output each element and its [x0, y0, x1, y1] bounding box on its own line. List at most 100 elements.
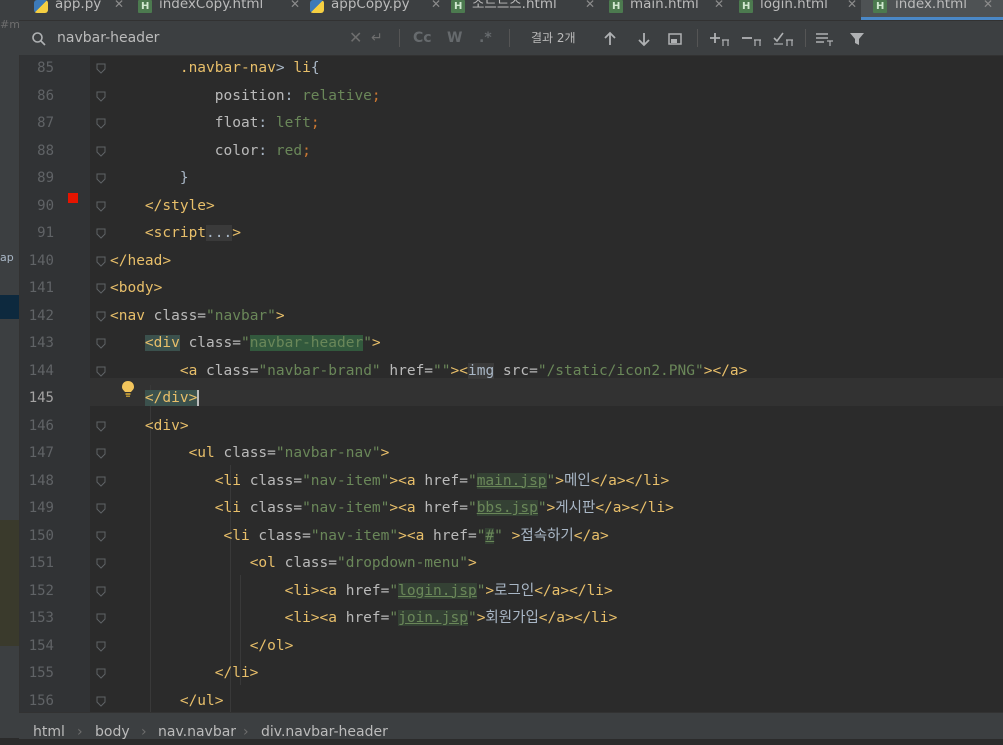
close-icon[interactable]: ✕	[847, 0, 857, 11]
code-line[interactable]: <ul class="navbar-nav">	[110, 440, 390, 468]
code-token: "	[363, 335, 372, 351]
tab-main-html[interactable]: main.html ✕	[609, 0, 734, 20]
tab-app-py[interactable]: app.py ✕	[34, 0, 154, 20]
remove-occurrence-icon[interactable]	[741, 21, 763, 55]
breakpoint-marker[interactable]	[68, 193, 78, 203]
tab-indexcopy-html[interactable]: indexCopy.html ✕	[138, 0, 308, 20]
code-token: <script	[144, 225, 207, 241]
tab-label: main.html	[630, 0, 699, 12]
arrow-up-icon[interactable]	[603, 21, 617, 55]
code-line[interactable]: </style>	[110, 193, 215, 221]
code-line[interactable]: <nav class="navbar">	[110, 303, 285, 331]
code-line[interactable]: float: left;	[110, 110, 320, 138]
line-number: 143	[28, 335, 54, 351]
close-icon[interactable]: ✕	[983, 0, 993, 11]
breadcrumb-item[interactable]: div.navbar-header	[261, 719, 388, 745]
line-number-gutter[interactable]: 85 86 87 88 89 90 91 140 141 142 143 144 145 146 147 14…	[20, 55, 106, 712]
match-case-toggle[interactable]: Cc	[413, 21, 432, 55]
code-token: class=	[249, 500, 303, 516]
tab-label: 소드드스.html	[472, 0, 557, 12]
code-line[interactable]: }	[110, 165, 189, 193]
code-token: href=	[389, 362, 434, 379]
code-line[interactable]: </head>	[110, 248, 171, 276]
code-token: .navbar-nav	[179, 60, 276, 76]
code-token: "	[240, 335, 250, 351]
tab-sodeu-html[interactable]: 소드드스.html ✕	[451, 0, 601, 20]
code-line[interactable]: .navbar-nav> li{	[110, 55, 320, 83]
words-toggle[interactable]: W	[447, 21, 462, 55]
code-line[interactable]: <li><a href="join.jsp">회원가입</a></li>	[110, 605, 617, 633]
arrow-down-icon[interactable]	[637, 21, 651, 55]
code-token: "navbar"	[206, 307, 276, 324]
code-line[interactable]: <div class="navbar-header">	[110, 330, 381, 358]
code-editor[interactable]: .navbar-nav> li{ position: relative; flo…	[90, 55, 1003, 712]
filter-icon[interactable]	[849, 21, 865, 55]
code-token: left	[275, 115, 311, 131]
select-all-occurrences-icon[interactable]	[773, 21, 795, 55]
breadcrumb-item[interactable]: html	[33, 719, 65, 745]
code-line[interactable]: <div>	[110, 413, 189, 441]
code-line[interactable]: <li class="nav-item"><a href="#" >접속하기</…	[110, 523, 609, 551]
separator	[509, 29, 510, 47]
regex-toggle[interactable]: .*	[479, 21, 492, 55]
html-file-icon	[138, 0, 152, 13]
code-token: >	[485, 582, 495, 599]
code-line[interactable]: <body>	[110, 275, 162, 303]
line-number: 150	[28, 527, 54, 544]
code-line[interactable]: position: relative;	[110, 83, 381, 111]
breadcrumb-item[interactable]: nav.navbar	[158, 719, 236, 745]
tab-login-html[interactable]: login.html ✕	[739, 0, 864, 20]
code-token: >	[275, 60, 294, 76]
code-token: href=	[433, 527, 477, 544]
search-icon[interactable]	[31, 21, 47, 55]
code-line[interactable]: </ol>	[110, 633, 294, 661]
clear-icon[interactable]: ✕	[349, 21, 362, 55]
select-occurrences-icon[interactable]	[667, 21, 683, 55]
code-token: >	[275, 307, 285, 324]
breadcrumb-item[interactable]: body	[95, 719, 130, 745]
code-line[interactable]: <li class="nav-item"><a href="bbs.jsp">게…	[110, 495, 674, 523]
search-input[interactable]: navbar-header	[57, 21, 159, 55]
code-line[interactable]: </ul>	[110, 688, 224, 713]
code-line[interactable]: <li class="nav-item"><a href="main.jsp">…	[110, 468, 669, 496]
code-line[interactable]: color: red;	[110, 138, 311, 166]
code-line[interactable]: </div>	[110, 385, 200, 413]
breadcrumb: html › body › nav.navbar › div.navbar-he…	[19, 712, 1003, 740]
tab-label: appCopy.py	[331, 0, 410, 12]
line-number: 156	[28, 692, 54, 709]
close-icon[interactable]: ✕	[114, 0, 124, 11]
code-token: </div>	[144, 390, 198, 406]
code-token: position	[214, 87, 285, 104]
code-token: >	[371, 335, 381, 351]
code-token: <a	[179, 362, 207, 379]
close-icon[interactable]: ✕	[290, 0, 300, 11]
panel-selected-row[interactable]	[0, 295, 19, 319]
separator	[697, 29, 698, 47]
close-icon[interactable]: ✕	[431, 0, 441, 11]
close-icon[interactable]: ✕	[585, 0, 595, 11]
python-file-icon	[310, 0, 324, 13]
code-line[interactable]: <script...>	[110, 220, 241, 248]
code-line[interactable]: <ol class="dropdown-menu">	[110, 550, 477, 578]
code-token: 로그인	[494, 582, 535, 599]
code-line[interactable]: <li><a href="login.jsp">로그인</a></li>	[110, 578, 613, 606]
filter-lines-icon[interactable]	[815, 21, 835, 55]
tab-index-html[interactable]: index.html ✕	[861, 0, 1003, 20]
code-token: <li><a	[284, 582, 346, 599]
code-token: "	[494, 527, 512, 544]
code-token: "nav-item"	[310, 527, 399, 544]
code-token: </a></li>	[590, 472, 670, 489]
line-number: 146	[28, 417, 54, 434]
newline-icon[interactable]: ↵	[371, 21, 383, 55]
close-icon[interactable]: ✕	[714, 0, 724, 11]
code-token: href=	[424, 472, 468, 489]
code-token: 접속하기	[520, 527, 574, 544]
code-line[interactable]: <a class="navbar-brand" href=""><img src…	[110, 358, 747, 386]
tab-appcopy-py[interactable]: appCopy.py ✕	[310, 0, 450, 20]
code-line[interactable]: </li>	[110, 660, 259, 688]
html-file-icon	[739, 0, 753, 13]
add-occurrence-icon[interactable]	[709, 21, 731, 55]
